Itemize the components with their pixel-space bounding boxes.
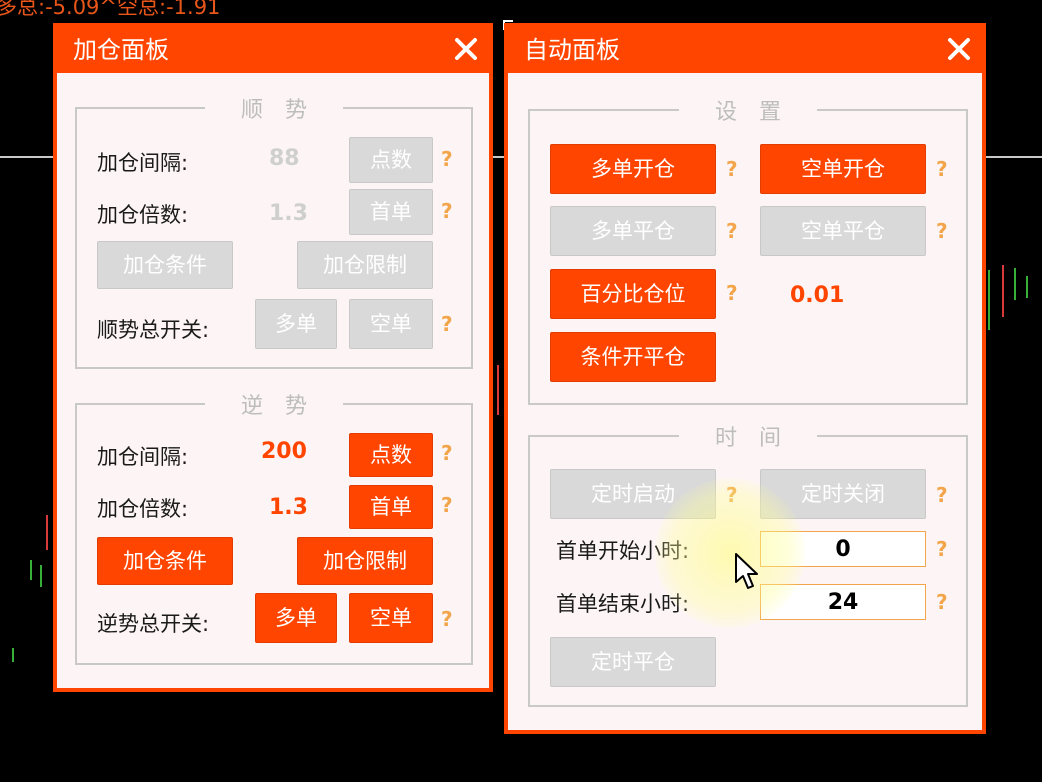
candle-bar bbox=[1026, 276, 1028, 298]
timer-stop-button[interactable]: 定时关闭 bbox=[760, 469, 926, 519]
counter-first-order-button[interactable]: 首单 bbox=[349, 485, 433, 529]
candle-bar bbox=[1014, 268, 1016, 300]
settings-group: 设置 多单开仓 ? 空单开仓 ? 多单平仓 ? 空单平仓 ? 百分比仓位 ? 0… bbox=[528, 94, 968, 405]
help-icon[interactable]: ? bbox=[936, 219, 948, 243]
percent-position-button[interactable]: 百分比仓位 bbox=[550, 269, 716, 319]
auto-panel: 自动面板 设置 多单开仓 ? 空单开仓 ? 多单平仓 ? 空单平仓 ? 百分比仓… bbox=[504, 23, 986, 734]
time-group: 时间 定时启动 ? 定时关闭 ? 首单开始小时: ? 首单结束小时: ? 定时平… bbox=[528, 420, 968, 707]
trend-short-button[interactable]: 空单 bbox=[349, 299, 433, 349]
percent-position-value: 0.01 bbox=[790, 283, 845, 308]
counter-short-button[interactable]: 空单 bbox=[349, 593, 433, 643]
short-open-button[interactable]: 空单开仓 bbox=[760, 144, 926, 194]
close-button[interactable] bbox=[944, 33, 974, 63]
first-start-hour-input[interactable] bbox=[760, 531, 926, 567]
counter-trend-group: 逆势 加仓间隔: 200 点数 ? 加仓倍数: 1.3 首单 ? 加仓条件 加仓… bbox=[75, 388, 473, 665]
trend-master-switch-label: 顺势总开关: bbox=[97, 318, 210, 342]
trend-group-title: 顺势 bbox=[204, 92, 344, 124]
trend-group: 顺势 加仓间隔: 88 点数 ? 加仓倍数: 1.3 首单 ? 加仓条件 加仓限… bbox=[75, 92, 473, 369]
trend-long-button[interactable]: 多单 bbox=[255, 299, 337, 349]
close-icon bbox=[948, 38, 970, 60]
counter-multiplier-label: 加仓倍数: bbox=[97, 497, 189, 521]
auto-panel-titlebar[interactable]: 自动面板 bbox=[508, 27, 982, 73]
first-start-hour-label: 首单开始小时: bbox=[556, 539, 690, 563]
counter-trend-group-title: 逆势 bbox=[204, 388, 344, 420]
short-close-button[interactable]: 空单平仓 bbox=[760, 206, 926, 256]
candle-bar bbox=[497, 365, 499, 415]
help-icon[interactable]: ? bbox=[441, 493, 453, 517]
conditional-open-close-button[interactable]: 条件开平仓 bbox=[550, 332, 716, 382]
help-icon[interactable]: ? bbox=[726, 483, 738, 507]
time-group-title: 时间 bbox=[678, 420, 818, 452]
candle-bar bbox=[1002, 265, 1004, 317]
counter-condition-button[interactable]: 加仓条件 bbox=[97, 537, 233, 585]
long-open-button[interactable]: 多单开仓 bbox=[550, 144, 716, 194]
counter-points-button[interactable]: 点数 bbox=[349, 433, 433, 477]
timer-start-button[interactable]: 定时启动 bbox=[550, 469, 716, 519]
candle-bar bbox=[988, 270, 990, 330]
trend-multiplier-value: 1.3 bbox=[269, 201, 308, 226]
trend-interval-value: 88 bbox=[269, 146, 300, 171]
help-icon[interactable]: ? bbox=[936, 157, 948, 181]
timed-close-button[interactable]: 定时平仓 bbox=[550, 637, 716, 687]
trend-multiplier-label: 加仓倍数: bbox=[97, 203, 189, 227]
help-icon[interactable]: ? bbox=[936, 590, 948, 614]
counter-interval-label: 加仓间隔: bbox=[97, 445, 189, 469]
help-icon[interactable]: ? bbox=[726, 219, 738, 243]
help-icon[interactable]: ? bbox=[441, 607, 453, 631]
counter-master-switch-label: 逆势总开关: bbox=[97, 612, 210, 636]
help-icon[interactable]: ? bbox=[936, 537, 948, 561]
trend-first-order-button[interactable]: 首单 bbox=[349, 189, 433, 235]
help-icon[interactable]: ? bbox=[726, 157, 738, 181]
trend-limit-button[interactable]: 加仓限制 bbox=[297, 241, 433, 289]
trend-points-button[interactable]: 点数 bbox=[349, 137, 433, 183]
settings-group-title: 设置 bbox=[678, 94, 818, 126]
close-button[interactable] bbox=[451, 33, 481, 63]
candle-bar bbox=[40, 565, 42, 587]
counter-interval-value: 200 bbox=[261, 439, 307, 464]
counter-long-button[interactable]: 多单 bbox=[255, 593, 337, 643]
help-icon[interactable]: ? bbox=[936, 483, 948, 507]
close-icon bbox=[455, 38, 477, 60]
panel-title: 加仓面板 bbox=[73, 36, 169, 64]
counter-multiplier-value: 1.3 bbox=[269, 495, 308, 520]
position-summary-text: 多总:-5.09^空总:-1.91 bbox=[0, 0, 221, 19]
help-icon[interactable]: ? bbox=[441, 441, 453, 465]
candle-bar bbox=[30, 560, 32, 580]
add-position-panel: 加仓面板 顺势 加仓间隔: 88 点数 ? 加仓倍数: 1.3 首单 ? 加仓条… bbox=[53, 23, 493, 692]
candle-bar bbox=[12, 648, 14, 662]
counter-limit-button[interactable]: 加仓限制 bbox=[297, 537, 433, 585]
first-end-hour-input[interactable] bbox=[760, 584, 926, 620]
candle-bar bbox=[46, 515, 48, 550]
trend-condition-button[interactable]: 加仓条件 bbox=[97, 241, 233, 289]
trend-interval-label: 加仓间隔: bbox=[97, 151, 189, 175]
help-icon[interactable]: ? bbox=[441, 199, 453, 223]
help-icon[interactable]: ? bbox=[726, 281, 738, 305]
panel-title: 自动面板 bbox=[524, 36, 620, 64]
help-icon[interactable]: ? bbox=[441, 312, 453, 336]
first-end-hour-label: 首单结束小时: bbox=[556, 592, 690, 616]
add-position-panel-titlebar[interactable]: 加仓面板 bbox=[57, 27, 489, 73]
help-icon[interactable]: ? bbox=[441, 147, 453, 171]
long-close-button[interactable]: 多单平仓 bbox=[550, 206, 716, 256]
